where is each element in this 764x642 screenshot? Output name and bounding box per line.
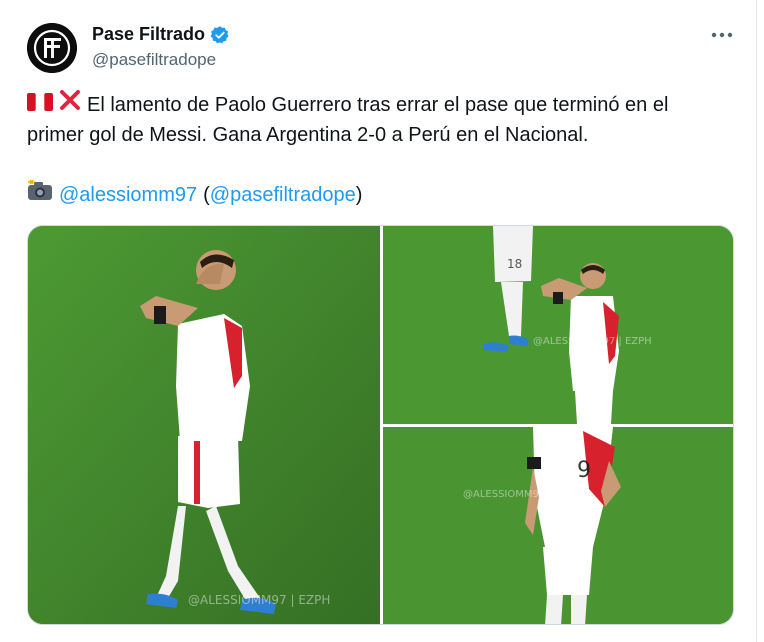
more-horizontal-icon[interactable] bbox=[708, 24, 736, 46]
photo-left[interactable]: @ALESSIOMM97 | EZPH bbox=[28, 226, 380, 624]
cross-mark-icon bbox=[59, 89, 81, 120]
avatar[interactable] bbox=[27, 23, 77, 73]
tweet-text-line-2-content: primer gol de Messi. Gana Argentina 2-0 … bbox=[27, 124, 589, 146]
account-handle[interactable]: @pasefiltradope bbox=[92, 50, 216, 70]
media-grid: @ALESSIOMM97 | EZPH 18 @ALESSIOMM97 | EZ… bbox=[27, 225, 734, 625]
tweet-card[interactable]: Pase Filtrado @pasefiltradope El lamento… bbox=[0, 0, 757, 642]
tweet-text-line-2: primer gol de Messi. Gana Argentina 2-0 … bbox=[27, 120, 727, 150]
photo-bottom-right-watermark: @ALESSIOMM97 | EZPH bbox=[463, 489, 582, 500]
player-number-18: 18 bbox=[507, 257, 522, 271]
photo-bottom-right[interactable]: 9 @ALESSIOMM97 | EZPH bbox=[383, 427, 733, 624]
photo-credit: @alessiomm97 ( @pasefiltradope ) bbox=[27, 179, 362, 210]
photo-top-right-watermark: @ALESSIOMM97 | EZPH bbox=[533, 336, 652, 347]
peru-flag-icon bbox=[27, 90, 53, 120]
photo-top-right[interactable]: 18 @ALESSIOMM97 | EZPH bbox=[383, 226, 733, 424]
verified-badge-icon bbox=[210, 25, 230, 45]
photo-left-watermark: @ALESSIOMM97 | EZPH bbox=[188, 593, 330, 607]
display-name-row: Pase Filtrado bbox=[92, 24, 230, 45]
tweet-text-line-1-content: El lamento de Paolo Guerrero tras errar … bbox=[87, 93, 669, 116]
svg-text:9: 9 bbox=[577, 458, 591, 483]
camera-flash-icon bbox=[27, 179, 53, 210]
mention-pasefiltradope[interactable]: @pasefiltradope bbox=[210, 180, 356, 210]
display-name[interactable]: Pase Filtrado bbox=[92, 24, 205, 45]
credit-close-paren: ) bbox=[355, 183, 363, 206]
tweet-text-line-1: El lamento de Paolo Guerrero tras errar … bbox=[27, 89, 727, 120]
pase-filtrado-logo-icon bbox=[27, 23, 77, 73]
mention-alessiomm97[interactable]: @alessiomm97 bbox=[59, 180, 197, 210]
tweet-text: El lamento de Paolo Guerrero tras errar … bbox=[27, 89, 727, 150]
credit-open-paren: ( bbox=[203, 183, 210, 206]
